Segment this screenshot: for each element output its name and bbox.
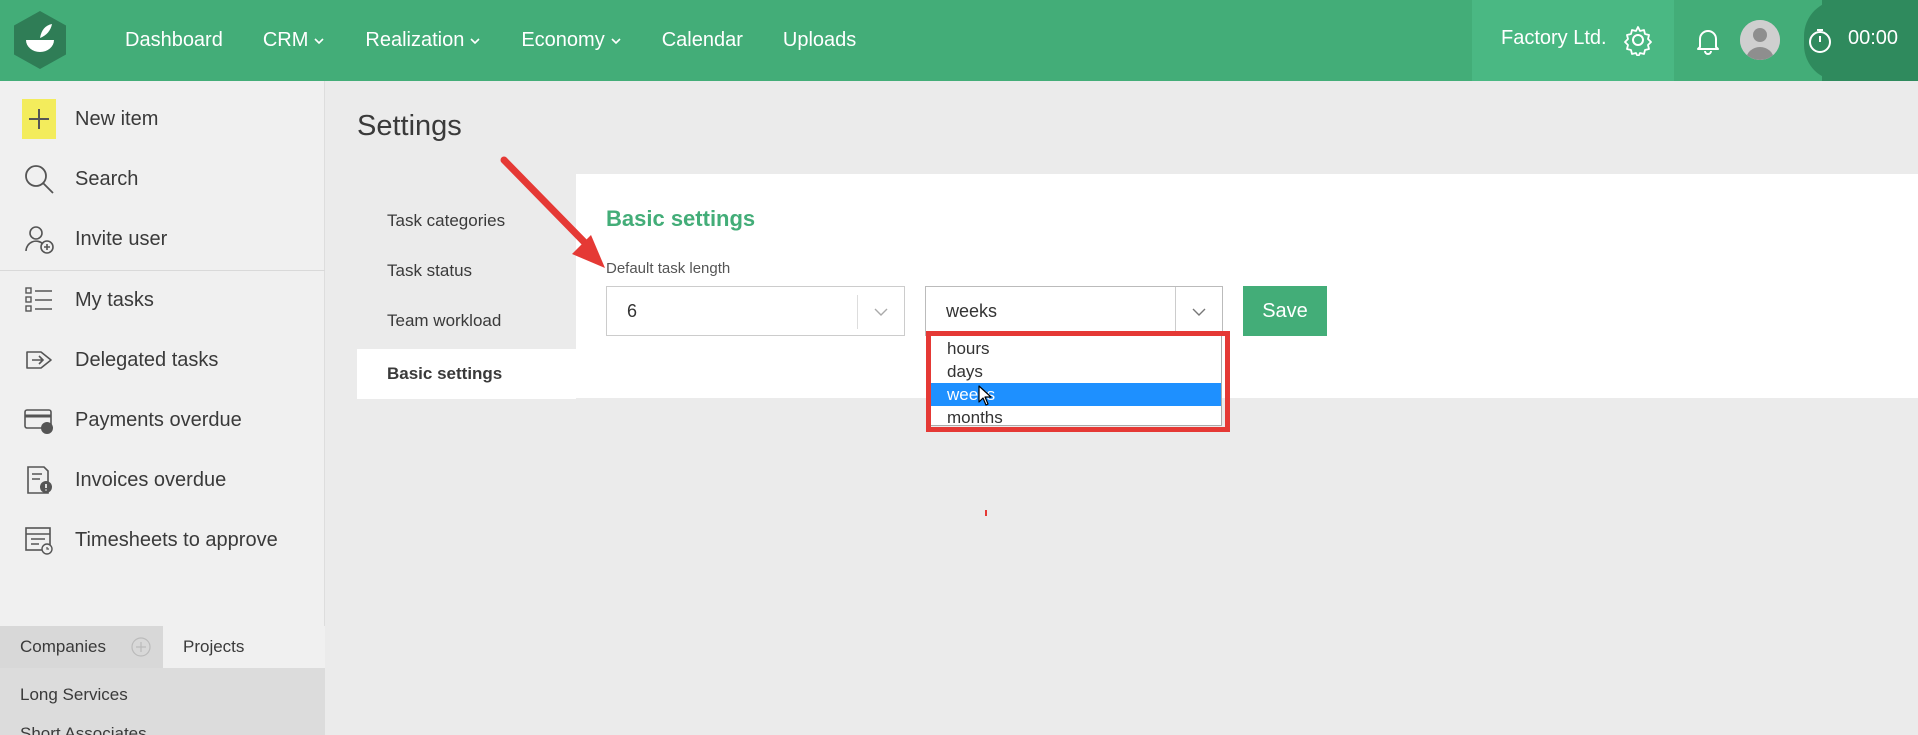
settings-nav-label: Task status bbox=[387, 261, 473, 280]
default-task-length-label: Default task length bbox=[606, 260, 731, 277]
sidebar-item-invoices-overdue[interactable]: Invoices overdue bbox=[0, 452, 325, 508]
plus-icon bbox=[22, 99, 56, 139]
chevron-down-icon bbox=[314, 37, 324, 44]
add-company-icon[interactable] bbox=[131, 637, 151, 657]
settings-nav-team-workload[interactable]: Team workload bbox=[357, 296, 576, 346]
task-length-value: 6 bbox=[627, 301, 638, 321]
invite-user-icon bbox=[22, 222, 56, 256]
invoice-alert-icon bbox=[22, 463, 56, 497]
sidebar-item-label: My tasks bbox=[75, 288, 154, 311]
stopwatch-icon[interactable] bbox=[1806, 27, 1834, 55]
nav-label: Dashboard bbox=[125, 29, 223, 51]
search-icon bbox=[22, 162, 56, 196]
task-length-unit-select[interactable]: weeks bbox=[925, 286, 1223, 336]
settings-nav-task-categories[interactable]: Task categories bbox=[357, 196, 576, 246]
nav-calendar[interactable]: Calendar bbox=[642, 29, 763, 52]
sidebar-item-payments-overdue[interactable]: Payments overdue bbox=[0, 392, 325, 448]
sidebar-item-delegated-tasks[interactable]: Delegated tasks bbox=[0, 332, 325, 388]
settings-nav-label: Team workload bbox=[387, 311, 502, 330]
select-divider bbox=[1175, 287, 1176, 335]
company-name[interactable]: Factory Ltd. bbox=[1501, 27, 1607, 50]
chevron-down-icon bbox=[470, 37, 480, 44]
sidebar-item-new-item[interactable]: New item bbox=[0, 91, 325, 147]
select-divider bbox=[857, 295, 858, 329]
sidebar-divider bbox=[0, 270, 325, 271]
timesheet-icon bbox=[22, 523, 56, 557]
nav-label: Calendar bbox=[661, 29, 743, 51]
unit-option-days[interactable]: days bbox=[929, 360, 1221, 383]
sidebar-item-label: Search bbox=[75, 167, 139, 190]
nav-label: Uploads bbox=[782, 29, 857, 51]
tab-label: Companies bbox=[20, 637, 106, 656]
sidebar-item-search[interactable]: Search bbox=[0, 151, 325, 207]
task-list-icon bbox=[22, 283, 56, 317]
list-item[interactable]: Long Services bbox=[20, 685, 128, 705]
sidebar-item-label: Delegated tasks bbox=[75, 348, 219, 371]
sidebar-item-label: Invoices overdue bbox=[75, 468, 227, 491]
mouse-cursor-icon bbox=[978, 385, 992, 406]
nav-realization[interactable]: Realization bbox=[345, 29, 501, 52]
gear-icon[interactable] bbox=[1622, 24, 1654, 58]
settings-nav-label: Task categories bbox=[387, 211, 506, 230]
tab-projects[interactable]: Projects bbox=[163, 626, 325, 668]
sidebar-item-timesheets-to-approve[interactable]: Timesheets to approve bbox=[0, 512, 325, 568]
unit-option-hours[interactable]: hours bbox=[929, 337, 1221, 360]
main-nav: Dashboard CRM Realization Economy Calend… bbox=[105, 0, 876, 81]
task-length-select[interactable]: 6 bbox=[606, 286, 905, 336]
section-title: Basic settings bbox=[606, 206, 756, 231]
sidebar-bottom-tabs: Companies Projects bbox=[0, 626, 325, 668]
nav-crm[interactable]: CRM bbox=[243, 29, 346, 52]
unit-dropdown-list: hours days weeks months bbox=[928, 334, 1222, 429]
unit-option-months[interactable]: months bbox=[929, 406, 1221, 429]
nav-label: Realization bbox=[365, 29, 465, 51]
list-item[interactable]: Short Associates bbox=[20, 724, 147, 735]
timer-value[interactable]: 00:00 bbox=[1848, 27, 1898, 50]
save-button[interactable]: Save bbox=[1243, 286, 1327, 336]
nav-uploads[interactable]: Uploads bbox=[763, 29, 876, 52]
sidebar-item-label: Payments overdue bbox=[75, 408, 242, 431]
tab-companies[interactable]: Companies bbox=[0, 626, 163, 668]
settings-nav-task-status[interactable]: Task status bbox=[357, 246, 576, 296]
settings-nav-label: Basic settings bbox=[387, 364, 503, 383]
settings-nav-basic-settings[interactable]: Basic settings bbox=[357, 349, 576, 399]
sidebar-item-label: Timesheets to approve bbox=[75, 528, 278, 551]
annotation-mark bbox=[985, 510, 987, 516]
nav-dashboard[interactable]: Dashboard bbox=[105, 29, 243, 52]
payment-card-icon bbox=[22, 403, 56, 437]
tab-label: Projects bbox=[183, 637, 245, 656]
bell-icon[interactable] bbox=[1692, 24, 1724, 56]
nav-economy[interactable]: Economy bbox=[501, 29, 641, 52]
sidebar-item-my-tasks[interactable]: My tasks bbox=[0, 272, 325, 328]
app-logo-icon[interactable] bbox=[10, 10, 70, 70]
sidebar-item-label: Invite user bbox=[75, 227, 168, 250]
avatar[interactable] bbox=[1740, 20, 1780, 60]
company-list: Long Services Short Associates bbox=[0, 668, 325, 735]
top-navbar: Dashboard CRM Realization Economy Calend… bbox=[0, 0, 1918, 81]
nav-label: CRM bbox=[262, 29, 309, 51]
page-title: Settings bbox=[357, 110, 462, 142]
sidebar-item-invite-user[interactable]: Invite user bbox=[0, 211, 325, 267]
sidebar-item-label: New item bbox=[75, 107, 159, 130]
chevron-down-icon bbox=[874, 308, 888, 316]
task-length-unit-value: weeks bbox=[946, 301, 998, 321]
nav-label: Economy bbox=[521, 29, 605, 51]
delegate-icon bbox=[22, 343, 56, 377]
chevron-down-icon bbox=[611, 37, 621, 44]
unit-option-weeks[interactable]: weeks bbox=[929, 383, 1221, 406]
chevron-down-icon bbox=[1192, 308, 1206, 316]
